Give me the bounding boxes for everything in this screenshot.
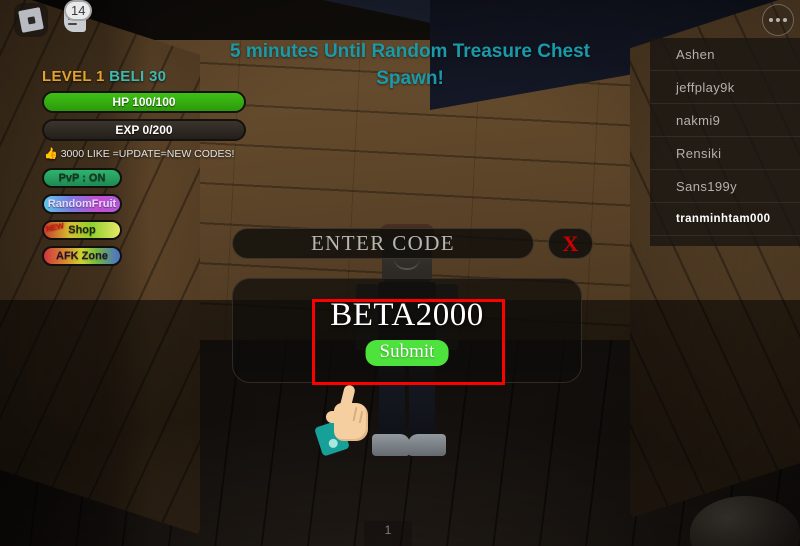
- roblox-logo-button[interactable]: [14, 3, 48, 37]
- submit-button-label: Submit: [379, 341, 435, 362]
- close-dialog-button[interactable]: X: [548, 228, 593, 259]
- shop-new-tag: NEW: [45, 221, 65, 234]
- player-name: nakmi9: [676, 112, 721, 128]
- player-list-panel: Ashen jeffplay9k nakmi9 Rensiki Sans199y tran…: [650, 38, 800, 246]
- code-redeem-dialog: ENTER CODE X BETA2000 Submit: [232, 228, 593, 383]
- experience-bar-label: EXP 0/200: [115, 123, 173, 137]
- player-name: jeffplay9k: [676, 79, 735, 95]
- player-list-row[interactable]: jeffplay9k: [650, 71, 800, 104]
- close-icon: X: [562, 230, 579, 256]
- player-list-row[interactable]: nakmi9: [650, 104, 800, 137]
- more-options-icon[interactable]: [762, 4, 794, 36]
- chat-badge-count: 14: [64, 0, 93, 21]
- hotbar-slot-number: 1: [384, 523, 392, 537]
- player-name: Sans199y: [676, 178, 738, 194]
- game-screen: 14 5 minutes Until Random Treasure Chest…: [0, 0, 800, 546]
- code-input-placeholder: ENTER CODE: [310, 231, 456, 255]
- code-value-text: BETA2000: [330, 297, 484, 333]
- code-result-panel: BETA2000 Submit: [232, 278, 582, 383]
- level-label: LEVEL 1: [42, 68, 105, 85]
- player-stats-line: LEVEL 1 BELI 30: [42, 68, 252, 85]
- afk-zone-label: AFK Zone: [56, 250, 108, 262]
- player-list-row[interactable]: Ashen: [650, 38, 800, 71]
- health-bar: HP 100/100: [42, 91, 246, 113]
- cursor-thumb: [326, 411, 340, 423]
- experience-bar: EXP 0/200: [42, 119, 246, 141]
- code-input-field[interactable]: ENTER CODE: [232, 228, 534, 259]
- player-list-row[interactable]: Rensiki: [650, 137, 800, 170]
- pointing-hand-cursor: [314, 384, 388, 457]
- hotbar-slot-1[interactable]: 1: [364, 521, 412, 546]
- afk-zone-button[interactable]: AFK Zone: [42, 246, 122, 266]
- random-fruit-label: RandomFruit: [47, 198, 117, 210]
- shop-button[interactable]: NEW Shop: [42, 220, 122, 240]
- avatar-right-shoe: [408, 434, 446, 456]
- thumbs-up-icon: 👍: [44, 148, 58, 160]
- like-notice: 👍 3000 LIKE =UPDATE=NEW CODES!: [44, 147, 252, 161]
- player-name: Ashen: [676, 46, 715, 62]
- submit-button[interactable]: Submit: [365, 340, 449, 366]
- like-notice-text: 3000 LIKE =UPDATE=NEW CODES!: [60, 147, 235, 160]
- announcement-text: 5 minutes Until Random Treasure Chest Sp…: [229, 41, 591, 89]
- pvp-toggle[interactable]: PvP : ON: [42, 168, 122, 188]
- player-list-row[interactable]: Sans199y: [650, 170, 800, 203]
- player-name: tranminhtam000: [676, 213, 771, 225]
- beli-label: BELI 30: [109, 68, 167, 85]
- player-hud: LEVEL 1 BELI 30 HP 100/100 EXP 0/200 👍 3…: [42, 68, 252, 272]
- player-name: Rensiki: [676, 145, 722, 161]
- player-list-row[interactable]: tranminhtam000: [650, 203, 800, 236]
- pvp-toggle-label: PvP : ON: [58, 172, 106, 184]
- shop-button-label: Shop: [68, 224, 96, 236]
- roblox-logo-icon: [18, 7, 44, 33]
- health-bar-label: HP 100/100: [112, 95, 176, 109]
- random-fruit-button[interactable]: RandomFruit: [42, 194, 122, 214]
